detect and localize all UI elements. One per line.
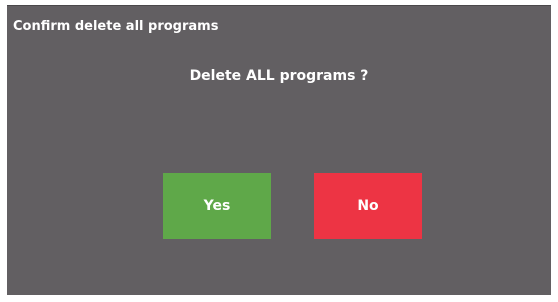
confirm-dialog: Confirm delete all programs Delete ALL p… <box>7 5 551 295</box>
dialog-title: Confirm delete all programs <box>13 19 219 34</box>
no-button-label: No <box>357 198 379 214</box>
yes-button-label: Yes <box>203 198 231 214</box>
no-button[interactable]: No <box>314 173 422 239</box>
screen-frame: Confirm delete all programs Delete ALL p… <box>0 0 558 302</box>
yes-button[interactable]: Yes <box>163 173 271 239</box>
dialog-message: Delete ALL programs ? <box>189 68 369 84</box>
